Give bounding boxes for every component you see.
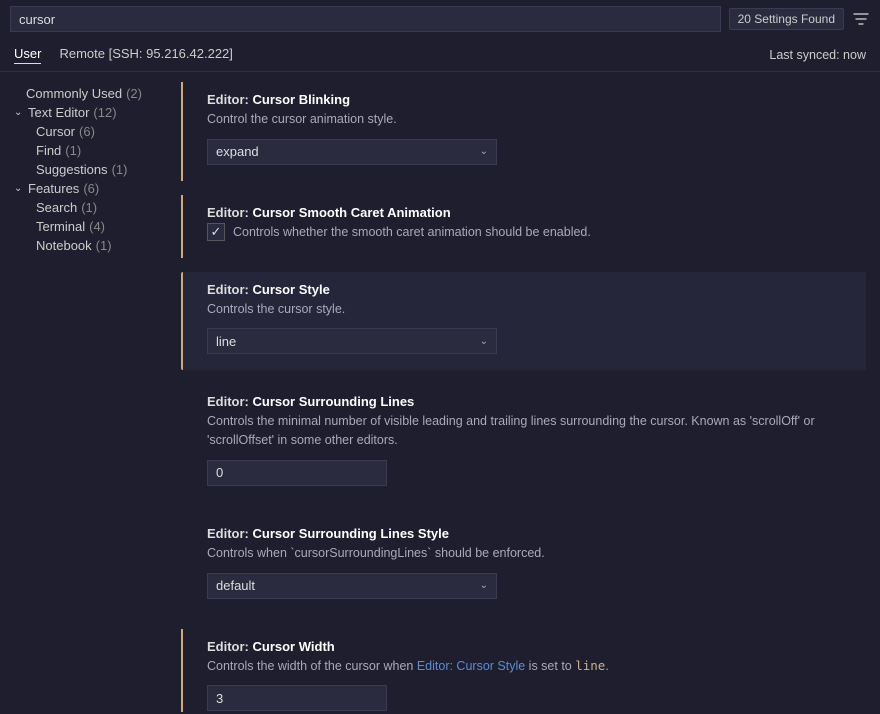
tree-count: (12) (93, 105, 116, 120)
tree-features[interactable]: ⌄ Features (6) (8, 179, 167, 198)
setting-description: Controls the width of the cursor when Ed… (207, 657, 850, 676)
setting-description: Controls the minimal number of visible l… (207, 412, 850, 450)
settings-search-input[interactable] (10, 6, 721, 32)
chevron-down-icon: ⌄ (480, 146, 488, 157)
tree-cursor[interactable]: Cursor (6) (8, 122, 167, 141)
settings-tree: Commonly Used (2) ⌄ Text Editor (12) Cur… (0, 72, 175, 712)
setting-category: Editor: (207, 92, 253, 107)
tree-count: (1) (96, 238, 112, 253)
checkbox-smooth-caret[interactable]: ✓ (207, 223, 225, 241)
setting-key: Cursor Width (253, 639, 335, 654)
tab-user[interactable]: User (14, 46, 41, 64)
setting-cursor-surrounding-lines-style: Editor: Cursor Surrounding Lines Style C… (181, 516, 866, 615)
setting-description: Control the cursor animation style. (207, 110, 850, 129)
tree-suggestions[interactable]: Suggestions (1) (8, 160, 167, 179)
filter-icon[interactable] (852, 10, 870, 28)
tree-commonly-used[interactable]: Commonly Used (2) (8, 84, 167, 103)
select-value: expand (216, 144, 259, 159)
setting-category: Editor: (207, 526, 253, 541)
setting-category: Editor: (207, 639, 253, 654)
tree-count: (6) (79, 124, 95, 139)
tree-text-editor[interactable]: ⌄ Text Editor (12) (8, 103, 167, 122)
tree-label: Features (28, 181, 79, 196)
tree-search[interactable]: Search (1) (8, 198, 167, 217)
tree-label: Notebook (36, 238, 92, 253)
tree-count: (1) (112, 162, 128, 177)
settings-list: Editor: Cursor Blinking Control the curs… (175, 72, 880, 712)
tree-find[interactable]: Find (1) (8, 141, 167, 160)
setting-cursor-smooth-caret: Editor: Cursor Smooth Caret Animation ✓ … (181, 195, 866, 258)
select-value: line (216, 334, 236, 349)
setting-key: Cursor Smooth Caret Animation (253, 205, 451, 220)
desc-text: . (605, 659, 608, 673)
setting-cursor-style: Editor: Cursor Style Controls the cursor… (181, 272, 866, 371)
tree-terminal[interactable]: Terminal (4) (8, 217, 167, 236)
select-value: default (216, 578, 255, 593)
tree-label: Text Editor (28, 105, 89, 120)
tree-label: Terminal (36, 219, 85, 234)
setting-title: Editor: Cursor Width (207, 639, 850, 654)
tree-count: (4) (89, 219, 105, 234)
select-cursor-style[interactable]: line ⌄ (207, 328, 497, 354)
tree-notebook[interactable]: Notebook (1) (8, 236, 167, 255)
setting-cursor-width: Editor: Cursor Width Controls the width … (181, 629, 866, 713)
setting-title: Editor: Cursor Surrounding Lines (207, 394, 850, 409)
setting-cursor-surrounding-lines: Editor: Cursor Surrounding Lines Control… (181, 384, 866, 502)
tree-count: (1) (81, 200, 97, 215)
chevron-down-icon: ⌄ (480, 580, 488, 591)
tree-label: Commonly Used (26, 86, 122, 101)
tree-count: (2) (126, 86, 142, 101)
sync-status[interactable]: Last synced: now (769, 48, 866, 62)
tree-count: (6) (83, 181, 99, 196)
results-count-badge: 20 Settings Found (729, 8, 844, 30)
setting-category: Editor: (207, 205, 253, 220)
setting-description: Controls the cursor style. (207, 300, 846, 319)
setting-key: Cursor Surrounding Lines Style (253, 526, 449, 541)
chevron-down-icon: ⌄ (14, 183, 24, 194)
setting-description: Controls when `cursorSurroundingLines` s… (207, 544, 850, 563)
setting-title: Editor: Cursor Blinking (207, 92, 850, 107)
tab-remote[interactable]: Remote [SSH: 95.216.42.222] (59, 46, 232, 63)
setting-title: Editor: Cursor Smooth Caret Animation (207, 205, 850, 220)
chevron-down-icon: ⌄ (480, 336, 488, 347)
input-cursor-width[interactable] (207, 685, 387, 711)
setting-link[interactable]: Editor: Cursor Style (417, 659, 525, 673)
setting-title: Editor: Cursor Style (207, 282, 846, 297)
tree-label: Find (36, 143, 61, 158)
input-cursor-surrounding-lines[interactable] (207, 460, 387, 486)
tree-count: (1) (65, 143, 81, 158)
setting-key: Cursor Blinking (253, 92, 351, 107)
setting-category: Editor: (207, 282, 253, 297)
setting-category: Editor: (207, 394, 253, 409)
setting-description: Controls whether the smooth caret animat… (233, 223, 591, 242)
chevron-down-icon: ⌄ (14, 107, 24, 118)
select-cursor-blinking[interactable]: expand ⌄ (207, 139, 497, 165)
setting-cursor-blinking: Editor: Cursor Blinking Control the curs… (181, 82, 866, 181)
setting-title: Editor: Cursor Surrounding Lines Style (207, 526, 850, 541)
setting-key: Cursor Surrounding Lines (253, 394, 415, 409)
desc-text: is set to (525, 659, 575, 673)
tree-label: Suggestions (36, 162, 108, 177)
tree-label: Cursor (36, 124, 75, 139)
select-cursor-surrounding-lines-style[interactable]: default ⌄ (207, 573, 497, 599)
desc-text: Controls the width of the cursor when (207, 659, 417, 673)
tree-label: Search (36, 200, 77, 215)
desc-code: line (575, 658, 605, 673)
setting-key: Cursor Style (253, 282, 330, 297)
